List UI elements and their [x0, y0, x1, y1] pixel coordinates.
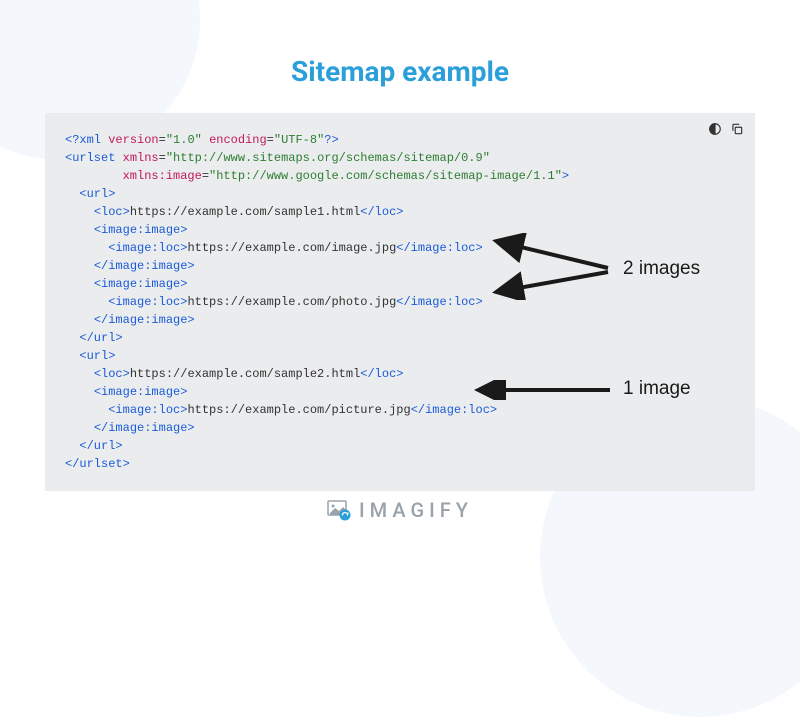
page-title: Sitemap example: [0, 0, 800, 113]
val: "1.0": [166, 133, 202, 147]
url-open: <url>: [79, 349, 115, 363]
copy-icon[interactable]: [729, 121, 745, 137]
annotation-two-images: 2 images: [623, 258, 700, 280]
image-open: <image:image>: [94, 385, 188, 399]
code-content: <?xml version="1.0" encoding="UTF-8"?> <…: [65, 131, 735, 473]
val: "UTF-8": [274, 133, 324, 147]
url-close: </url>: [79, 439, 122, 453]
annotation-one-image: 1 image: [623, 378, 691, 400]
gt: >: [562, 169, 569, 183]
code-toolbar: [707, 121, 745, 137]
attr: encoding: [209, 133, 267, 147]
imagify-logo-icon: [327, 498, 351, 522]
val: "http://www.sitemaps.org/schemas/sitemap…: [166, 151, 490, 165]
loc-text: https://example.com/sample1.html: [130, 205, 360, 219]
url-close: </url>: [79, 331, 122, 345]
url-open: <url>: [79, 187, 115, 201]
footer-logo: IMAGIFY: [327, 498, 473, 522]
val: "http://www.google.com/schemas/sitemap-i…: [209, 169, 562, 183]
image-loc-open: <image:loc>: [108, 295, 187, 309]
image-loc-close: </image:loc>: [411, 403, 497, 417]
urlset-close: </urlset>: [65, 457, 130, 471]
loc-text: https://example.com/sample2.html: [130, 367, 360, 381]
image-close: </image:image>: [94, 421, 195, 435]
brand-name: IMAGIFY: [359, 498, 473, 522]
urlset-open: <urlset: [65, 151, 115, 165]
img-text: https://example.com/photo.jpg: [187, 295, 396, 309]
xml-decl-open: <?xml: [65, 133, 101, 147]
image-loc-open: <image:loc>: [108, 241, 187, 255]
image-open: <image:image>: [94, 223, 188, 237]
code-block: <?xml version="1.0" encoding="UTF-8"?> <…: [45, 113, 755, 491]
xml-decl-close: ?>: [324, 133, 338, 147]
loc-open: <loc>: [94, 367, 130, 381]
image-loc-open: <image:loc>: [108, 403, 187, 417]
theme-toggle-icon[interactable]: [707, 121, 723, 137]
loc-close: </loc>: [360, 205, 403, 219]
loc-close: </loc>: [360, 367, 403, 381]
attr: xmlns: [123, 151, 159, 165]
attr: xmlns:image: [123, 169, 202, 183]
image-loc-close: </image:loc>: [396, 241, 482, 255]
image-close: </image:image>: [94, 313, 195, 327]
img-text: https://example.com/image.jpg: [187, 241, 396, 255]
image-loc-close: </image:loc>: [396, 295, 482, 309]
image-open: <image:image>: [94, 277, 188, 291]
attr: version: [108, 133, 158, 147]
loc-open: <loc>: [94, 205, 130, 219]
image-close: </image:image>: [94, 259, 195, 273]
img-text: https://example.com/picture.jpg: [187, 403, 410, 417]
